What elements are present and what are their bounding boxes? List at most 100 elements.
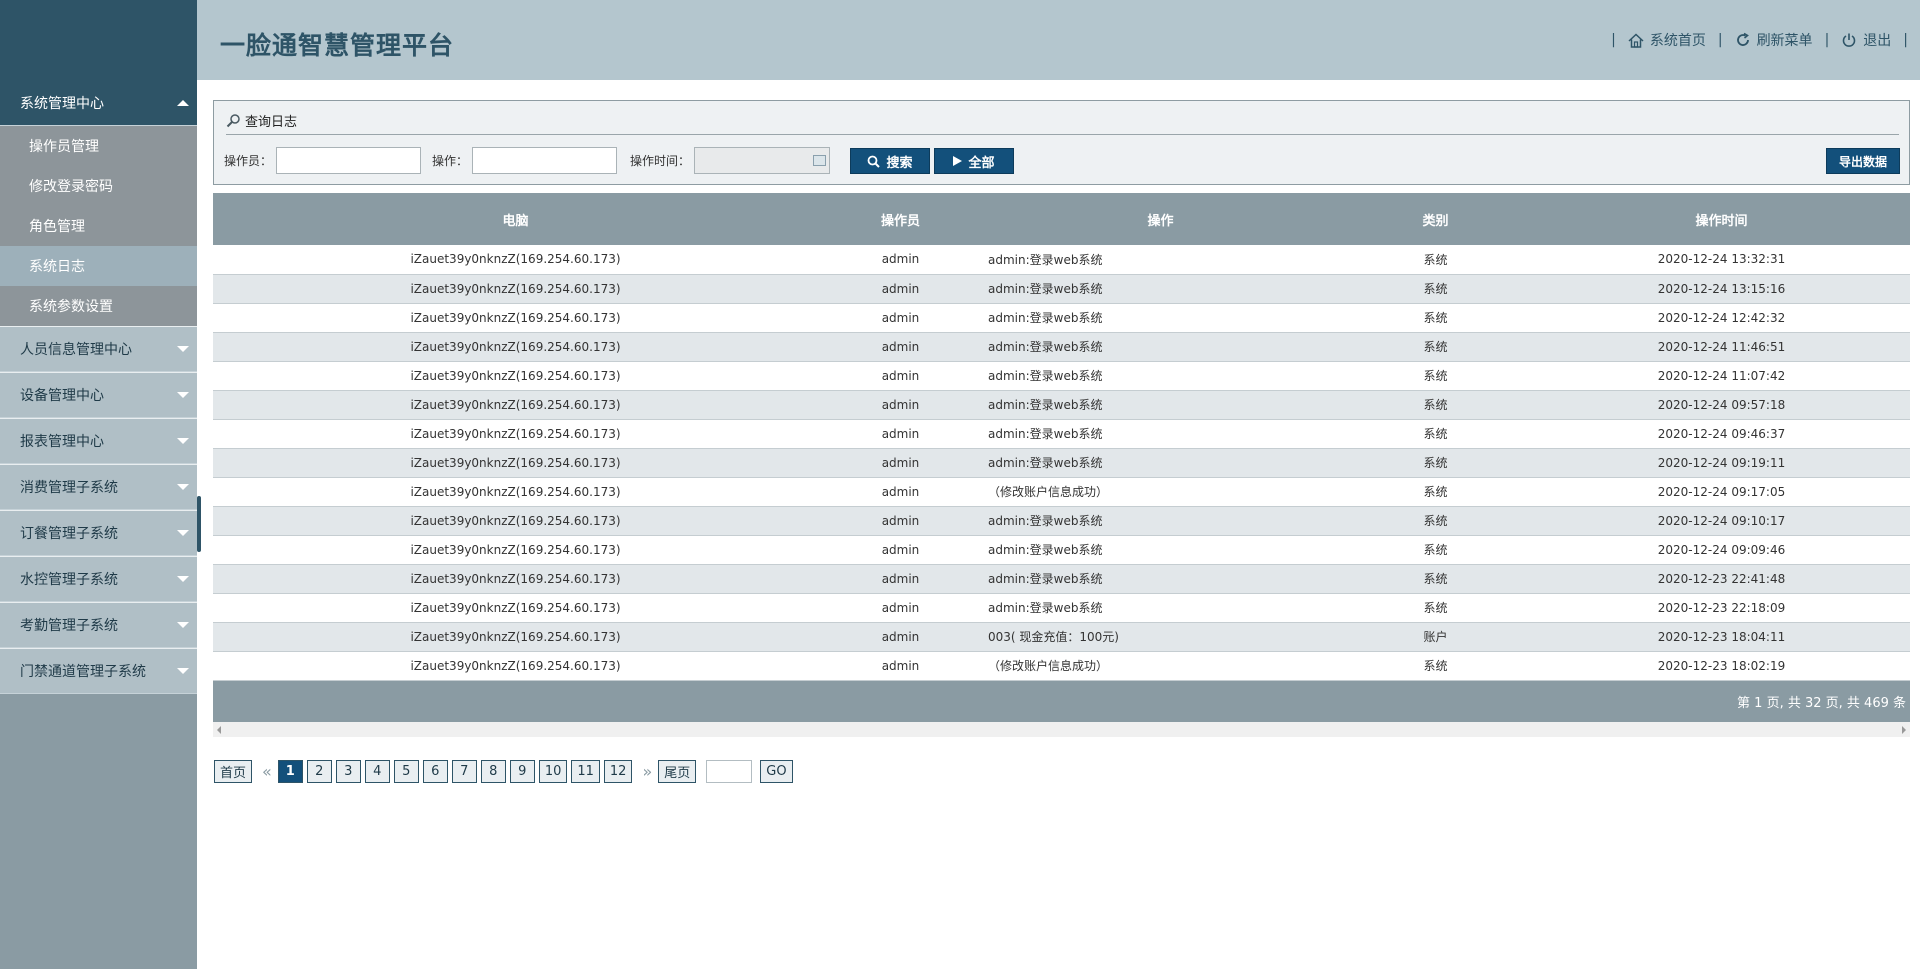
column-header-operator[interactable]: 操作员 [818,193,983,245]
first-page-button[interactable]: 首页 [214,760,253,783]
time-input[interactable] [694,147,831,174]
separator: | [1824,32,1830,48]
sidebar-item-system-params[interactable]: 系统参数设置 [0,286,197,326]
cell-time: 2020-12-23 22:18:09 [1533,593,1910,623]
page-5-button[interactable]: 5 [393,760,419,783]
sidebar-logo-area [0,0,197,80]
sidebar-group-access-control[interactable]: 门禁通道管理子系统 [0,648,197,694]
cell-computer: iZauet39y0nknzZ(169.254.60.173) [213,593,818,623]
table-row[interactable]: iZauet39y0nknzZ(169.254.60.173) admin admi… [213,419,1910,449]
cell-category: 系统 [1338,564,1533,594]
cell-time: 2020-12-24 09:46:37 [1533,419,1910,449]
date-picker[interactable] [690,147,831,174]
table-row[interactable]: iZauet39y0nknzZ(169.254.60.173) admin （修改账… [213,477,1910,507]
page-4-button[interactable]: 4 [364,760,390,783]
sidebar-group-meal-ordering[interactable]: 订餐管理子系统 [0,510,197,556]
table-row[interactable]: iZauet39y0nknzZ(169.254.60.173) admin admi… [213,448,1910,478]
sidebar-group-consumption[interactable]: 消费管理子系统 [0,464,197,510]
sidebar-item-operator-management[interactable]: 操作员管理 [0,126,197,166]
page-6-button[interactable]: 6 [422,760,448,783]
page-9-button[interactable]: 9 [509,760,535,783]
refresh-menu-link[interactable]: 刷新菜单 [1735,30,1813,50]
operator-input[interactable] [276,147,422,174]
sidebar-group-system-management[interactable]: 系统管理中心 [0,80,197,126]
cell-time: 2020-12-24 13:32:31 [1533,245,1910,275]
caret-up-icon [177,100,189,106]
caret-down-icon [177,622,189,628]
last-page-button[interactable]: 尾页 [658,760,697,783]
table-body: iZauet39y0nknzZ(169.254.60.173) admin admi… [213,245,1910,681]
sidebar-item-role-management[interactable]: 角色管理 [0,206,197,246]
cell-computer: iZauet39y0nknzZ(169.254.60.173) [213,274,818,304]
home-icon [1628,32,1644,48]
table-row[interactable]: iZauet39y0nknzZ(169.254.60.173) admin admi… [213,332,1910,362]
cell-category: 系统 [1338,303,1533,333]
export-button-label: 导出数据 [1838,154,1887,169]
play-icon [953,156,963,166]
table-row[interactable]: iZauet39y0nknzZ(169.254.60.173) admin admi… [213,564,1910,594]
sidebar-group-reports[interactable]: 报表管理中心 [0,418,197,464]
export-data-button[interactable]: 导出数据 [1826,148,1900,174]
column-header-category[interactable]: 类别 [1338,193,1533,245]
page-12-button[interactable]: 12 [603,760,633,783]
cell-operator: admin [818,535,983,565]
page-10-button[interactable]: 10 [538,760,568,783]
show-all-button[interactable]: 全部 [934,148,1014,174]
home-link[interactable]: 系统首页 [1628,30,1706,50]
table-row[interactable]: iZauet39y0nknzZ(169.254.60.173) admin admi… [213,245,1910,275]
calendar-icon[interactable] [813,155,827,166]
table-row[interactable]: iZauet39y0nknzZ(169.254.60.173) admin admi… [213,593,1910,623]
cell-computer: iZauet39y0nknzZ(169.254.60.173) [213,506,818,536]
cell-time: 2020-12-23 18:02:19 [1533,651,1910,681]
search-button[interactable]: 搜索 [850,148,930,174]
sidebar-item-change-password[interactable]: 修改登录密码 [0,166,197,206]
page-number-list: 1 2 3 4 5 6 7 8 9 10 11 12 [277,760,637,783]
page-11-button[interactable]: 11 [571,760,600,783]
page-7-button[interactable]: 7 [451,760,477,783]
cell-operator: admin [818,448,983,478]
cell-action: admin:登录web系统 [983,419,1338,449]
cell-computer: iZauet39y0nknzZ(169.254.60.173) [213,419,818,449]
page-3-button[interactable]: 3 [335,760,361,783]
sidebar-collapse-handle[interactable] [197,496,201,552]
table-row[interactable]: iZauet39y0nknzZ(169.254.60.173) admin admi… [213,506,1910,536]
table-row[interactable]: iZauet39y0nknzZ(169.254.60.173) admin （修改账… [213,651,1910,681]
sidebar-group-devices[interactable]: 设备管理中心 [0,372,197,418]
table-row[interactable]: iZauet39y0nknzZ(169.254.60.173) admin admi… [213,390,1910,420]
action-label: 操作： [432,154,469,168]
table-row[interactable]: iZauet39y0nknzZ(169.254.60.173) admin 003(… [213,622,1910,652]
scroll-right-icon[interactable] [1902,725,1906,734]
logout-link[interactable]: 退出 [1841,30,1891,50]
next-icon[interactable]: » [642,762,652,781]
column-header-time[interactable]: 操作时间 [1533,193,1910,245]
sidebar-group-personnel[interactable]: 人员信息管理中心 [0,326,197,372]
sidebar-group-water-control[interactable]: 水控管理子系统 [0,556,197,602]
page-title: 一脸通智慧管理平台 [220,31,455,60]
prev-icon[interactable]: « [262,762,272,781]
sidebar: 系统管理中心 操作员管理 修改登录密码 角色管理 系统日志 系统参数设置 人员信… [0,0,201,969]
cell-operator: admin [818,303,983,333]
page-1-button[interactable]: 1 [277,760,303,783]
table-row[interactable]: iZauet39y0nknzZ(169.254.60.173) admin admi… [213,361,1910,391]
horizontal-scrollbar[interactable] [213,721,1910,737]
refresh-icon [1736,32,1749,46]
sidebar-group-attendance[interactable]: 考勤管理子系统 [0,602,197,648]
table-row[interactable]: iZauet39y0nknzZ(169.254.60.173) admin admi… [213,274,1910,304]
column-header-computer[interactable]: 电脑 [213,193,818,245]
sidebar-item-label: 修改登录密码 [29,179,113,195]
table-row[interactable]: iZauet39y0nknzZ(169.254.60.173) admin admi… [213,303,1910,333]
page-8-button[interactable]: 8 [480,760,506,783]
page-2-button[interactable]: 2 [306,760,332,783]
sidebar-group-label: 人员信息管理中心 [20,342,132,358]
cell-action: admin:登录web系统 [983,361,1338,391]
cell-operator: admin [818,245,983,275]
action-input[interactable] [472,147,618,174]
table-row[interactable]: iZauet39y0nknzZ(169.254.60.173) admin admi… [213,535,1910,565]
column-header-action[interactable]: 操作 [983,193,1338,245]
separator: | [1717,32,1723,48]
sidebar-item-system-log[interactable]: 系统日志 [0,246,197,286]
go-button[interactable]: GO [760,760,793,783]
cell-action: （修改账户信息成功） [983,651,1338,681]
scroll-left-icon[interactable] [217,725,221,734]
page-jump-input[interactable] [706,760,753,783]
